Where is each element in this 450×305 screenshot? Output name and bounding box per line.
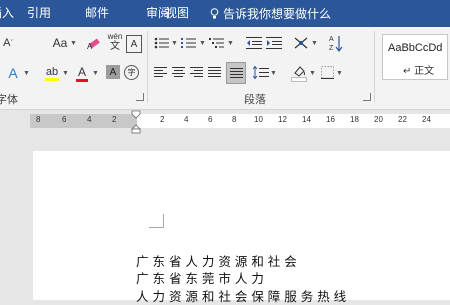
ruler-margin-area — [30, 114, 137, 128]
decrease-indent-icon[interactable] — [246, 35, 262, 51]
ruler-number: 10 — [254, 115, 263, 124]
ruler-number: 16 — [326, 115, 335, 124]
style-normal-tile[interactable]: AaBbCcDd ↵ 正文 — [382, 34, 448, 80]
margin-crop-mark — [149, 214, 164, 228]
highlight-icon[interactable]: ab — [44, 63, 60, 83]
ruler-number: 6 — [208, 115, 213, 124]
enclose-char-label: 字 — [127, 68, 136, 77]
style-sample-text: AaBbCcDd — [388, 42, 443, 54]
chevron-down-icon[interactable]: ▼ — [227, 40, 234, 47]
chinese-layout-icon[interactable] — [292, 35, 310, 51]
align-center-icon[interactable] — [171, 65, 185, 79]
paragraph-dialog-launcher-icon[interactable] — [363, 93, 371, 101]
font-color-letter: A — [77, 64, 86, 79]
increase-indent-icon[interactable] — [266, 35, 282, 51]
font-color-bar — [76, 78, 88, 82]
align-left-icon[interactable] — [153, 65, 167, 79]
shading-color-bar — [291, 76, 307, 82]
chevron-down-icon[interactable]: ▼ — [62, 70, 69, 77]
group-label-font: 字体 — [0, 94, 18, 106]
highlight-color-bar — [45, 77, 59, 81]
enclose-char-icon[interactable]: 字 — [124, 65, 139, 80]
borders-icon[interactable] — [320, 65, 334, 79]
font-color-icon[interactable]: A — [75, 63, 89, 83]
document-line: 人 力 资 源 和 社 会 保 障 服 务 热 线 — [136, 289, 347, 304]
sort-icon[interactable]: AZ — [328, 32, 344, 54]
change-case-button[interactable]: Aa — [50, 35, 70, 51]
lightbulb-icon — [210, 8, 219, 19]
ruler-number: 14 — [302, 115, 311, 124]
clear-format-icon[interactable]: A — [86, 35, 102, 51]
pinyin-bottom: 文 — [110, 41, 120, 52]
group-divider — [374, 31, 375, 103]
tab-mailings[interactable]: 邮件 — [85, 5, 109, 21]
tell-me-box[interactable]: 告诉我你想要做什么 — [210, 5, 331, 22]
document-page[interactable]: 广 东 省 人 力 资 源 和 社 会 广 东 省 东 莞 市 人 力 人 力 … — [33, 151, 450, 304]
font-dialog-launcher-icon[interactable] — [136, 93, 144, 101]
char-border-icon[interactable]: A — [126, 35, 142, 53]
ruler-number: 8 — [36, 115, 41, 124]
group-label-paragraph: 段落 — [244, 94, 266, 106]
numbering-icon[interactable] — [180, 35, 198, 51]
ruler-number: 4 — [184, 115, 189, 124]
svg-text:Z: Z — [329, 45, 334, 52]
ruler-number: 8 — [232, 115, 237, 124]
indent-marker-icon[interactable] — [131, 110, 141, 134]
change-case-label: Aa — [52, 36, 68, 50]
line-spacing-icon[interactable] — [253, 65, 269, 79]
shading-icon[interactable] — [291, 63, 307, 83]
text-effects-icon[interactable]: A — [5, 65, 21, 81]
ruler-number: 24 — [422, 115, 431, 124]
tab-view[interactable]: 视图 — [165, 5, 189, 21]
chevron-down-icon[interactable]: ▼ — [336, 70, 343, 77]
chevron-down-icon[interactable]: ▼ — [270, 70, 277, 77]
tell-me-text: 告诉我你想要做什么 — [223, 7, 332, 21]
justify-icon[interactable] — [207, 65, 221, 79]
svg-text:A: A — [87, 42, 93, 50]
chevron-down-icon[interactable]: ▼ — [23, 70, 30, 77]
chevron-down-icon[interactable]: ▼ — [92, 70, 99, 77]
ribbon-home: Aˇ Aa ▼ A wén 文 A A ▼ ab ▼ A ▼ A 字 字体 ▼ … — [0, 27, 450, 110]
tab-references[interactable]: 引用 — [27, 5, 51, 21]
chevron-down-icon[interactable]: ▼ — [70, 40, 77, 47]
tab-insert[interactable]: 插入 — [0, 5, 14, 21]
char-shading-icon[interactable]: A — [106, 65, 120, 79]
ruler-number: 12 — [278, 115, 287, 124]
pinyin-guide-button[interactable]: wén 文 — [105, 30, 125, 54]
char-shading-label: A — [109, 66, 117, 78]
ruler-number: 4 — [87, 115, 92, 124]
ruler-number: 6 — [62, 115, 67, 124]
chevron-down-icon[interactable]: ▼ — [311, 40, 318, 47]
font-size-decrease-icon[interactable]: Aˇ — [0, 35, 16, 51]
ruler-number: 18 — [350, 115, 359, 124]
ruler-number: 22 — [398, 115, 407, 124]
horizontal-ruler[interactable]: 8 6 4 2 2 4 6 8 10 12 14 16 18 20 22 24 — [30, 114, 450, 128]
document-line: 广 东 省 东 莞 市 人 力 — [136, 271, 264, 286]
ruler-number: 2 — [112, 115, 117, 124]
ruler-number: 2 — [160, 115, 165, 124]
chevron-down-icon[interactable]: ▼ — [309, 70, 316, 77]
chevron-down-icon[interactable]: ▼ — [171, 40, 178, 47]
chevron-down-icon[interactable]: ▼ — [199, 40, 206, 47]
ribbon-tab-bar: 插入 引用 邮件 审阅 视图 告诉我你想要做什么 — [0, 0, 450, 27]
align-right-icon[interactable] — [189, 65, 203, 79]
group-divider — [147, 31, 148, 103]
multilevel-list-icon[interactable] — [208, 35, 226, 51]
distributed-align-icon[interactable] — [226, 62, 246, 84]
ruler-number: 20 — [374, 115, 383, 124]
bullets-icon[interactable] — [153, 35, 171, 51]
svg-text:A: A — [329, 36, 334, 43]
style-name-label: ↵ 正文 — [403, 66, 435, 77]
